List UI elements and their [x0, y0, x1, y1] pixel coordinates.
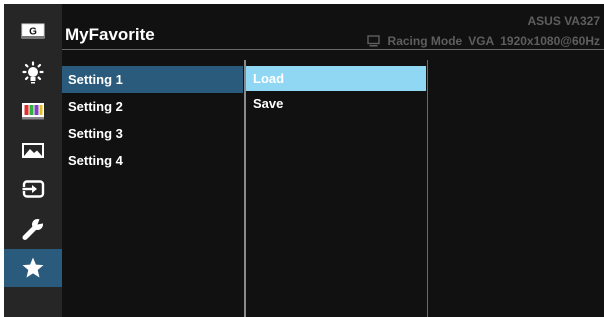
settings-list: Setting 1 Setting 2 Setting 3 Setting 4 — [62, 66, 243, 174]
list-item-setting-3[interactable]: Setting 3 — [62, 120, 243, 147]
model-name: ASUS VA327 — [527, 14, 600, 28]
status-mode: Racing Mode — [387, 34, 463, 48]
column-divider — [427, 60, 428, 317]
sidebar-item-blue-light[interactable] — [4, 54, 62, 92]
svg-text:G: G — [29, 27, 37, 38]
sidebar-item-input-select[interactable] — [4, 170, 62, 208]
sidebar-item-myfavorite[interactable] — [4, 249, 62, 287]
load-option[interactable]: Load — [246, 66, 426, 91]
save-option[interactable]: Save — [246, 91, 426, 116]
system-setup-icon — [22, 218, 45, 240]
list-item-setting-1[interactable]: Setting 1 — [62, 66, 243, 93]
sidebar-item-image[interactable] — [4, 132, 62, 170]
list-item-setting-4[interactable]: Setting 4 — [62, 147, 243, 174]
star-icon — [22, 257, 44, 278]
status-bar: Racing Mode VGA 1920x1080@60Hz — [366, 34, 600, 48]
page-title: MyFavorite — [65, 25, 155, 44]
input-select-icon — [21, 180, 45, 198]
list-item-setting-2[interactable]: Setting 2 — [62, 93, 243, 120]
actions-list: Load Save — [246, 66, 426, 116]
image-icon — [22, 143, 44, 158]
sidebar-item-splendid[interactable]: G — [4, 12, 62, 50]
sidebar: G — [4, 4, 62, 317]
splendid-g-icon: G — [21, 23, 45, 39]
sidebar-item-color[interactable] — [4, 92, 62, 130]
osd-menu: G MyFavorite ASUS VA327 Racing Mode VGA … — [4, 4, 604, 317]
blue-light-filter-icon — [22, 61, 44, 84]
monitor-icon — [366, 35, 380, 47]
color-icon — [22, 103, 44, 120]
status-resolution: 1920x1080@60Hz — [500, 34, 600, 48]
sidebar-item-system-setup[interactable] — [4, 210, 62, 248]
header-divider — [62, 49, 604, 50]
status-input: VGA — [468, 34, 495, 48]
